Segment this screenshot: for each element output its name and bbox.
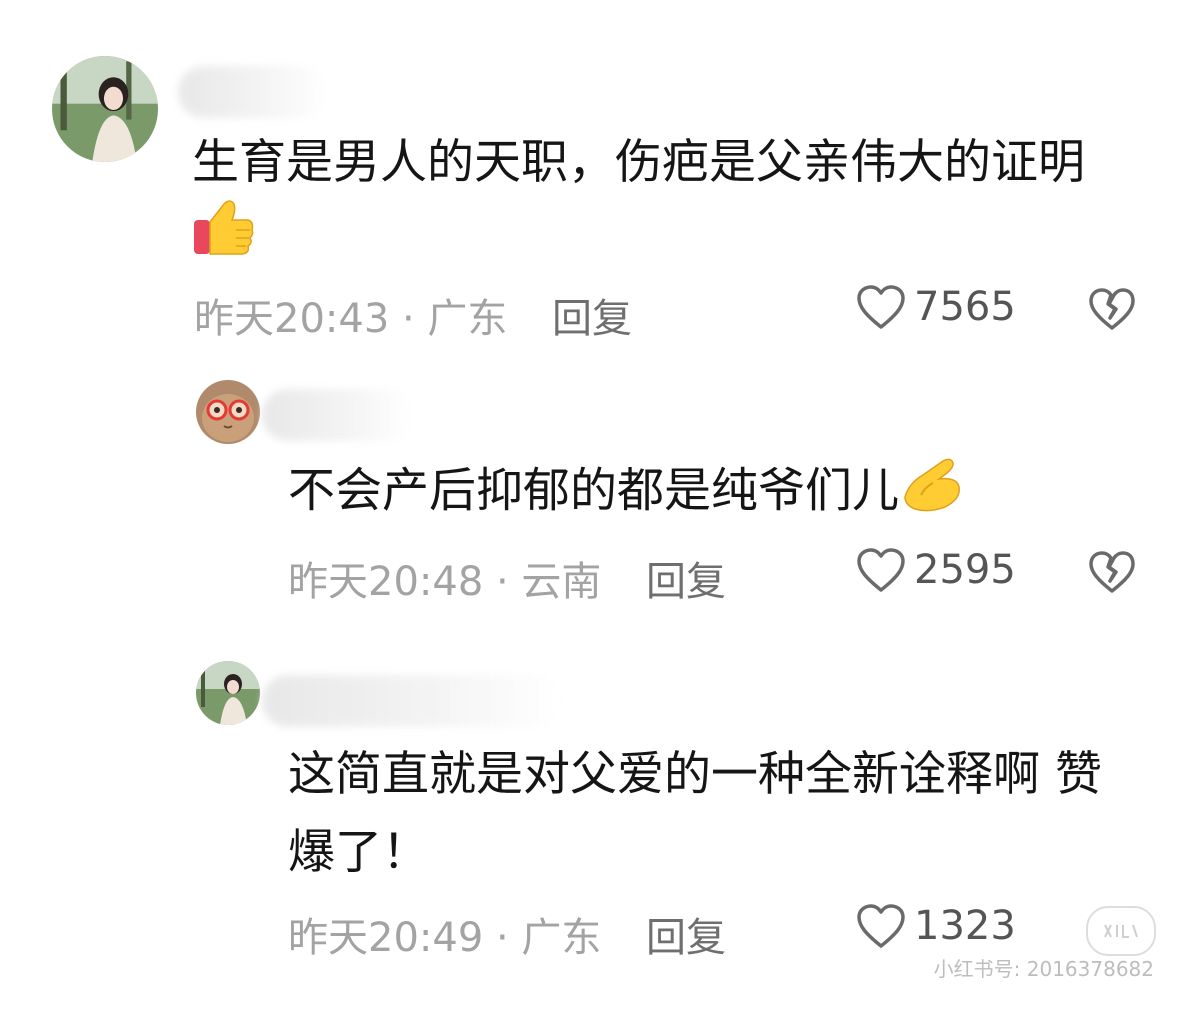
watermark-text: 小红书号: 2016378682 <box>933 957 1154 981</box>
comment-text: 生育是男人的天职，伤疤是父亲伟大的证明 <box>192 135 1085 190</box>
heart-outline-icon <box>857 904 905 948</box>
broken-heart-icon <box>1089 551 1135 593</box>
comment-text: 不会产后抑郁的都是纯爷们儿 <box>288 453 963 535</box>
heart-outline-icon <box>857 548 905 592</box>
dislike-button[interactable] <box>1088 287 1136 335</box>
like-count: 7565 <box>914 284 1016 330</box>
comment-text-line: 这简直就是对父爱的一种全新诠释啊 赞 <box>288 747 1102 802</box>
comment-meta: 昨天20:49 · 广东 <box>288 915 602 961</box>
comment-item: 生育是男人的天职，伤疤是父亲伟大的证明 昨天20:43 · 广东 回复 7565 <box>0 0 1200 345</box>
username-blurred[interactable] <box>178 66 328 118</box>
comment-item: 不会产后抑郁的都是纯爷们儿 昨天20:48 · 云南 回复 2595 <box>0 345 1200 625</box>
broken-heart-icon <box>1089 288 1135 330</box>
like-button[interactable]: 2595 <box>856 547 1016 593</box>
avatar[interactable] <box>196 661 260 725</box>
reply-button[interactable]: 回复 <box>552 286 632 344</box>
like-button[interactable]: 1323 <box>856 903 1016 949</box>
watermark-mark-icon <box>1104 924 1138 938</box>
pinching-hand-icon <box>899 453 963 535</box>
like-count: 2595 <box>914 547 1016 593</box>
avatar[interactable] <box>52 56 158 162</box>
comment-meta: 昨天20:48 · 云南 <box>288 559 602 605</box>
comment-text-body: 不会产后抑郁的都是纯爷们儿 <box>288 463 899 519</box>
comment-text-line: 爆了！ <box>288 825 429 880</box>
like-count: 1323 <box>914 903 1016 949</box>
heart-outline-icon <box>857 285 905 329</box>
reply-button[interactable]: 回复 <box>646 905 726 963</box>
reply-button[interactable]: 回复 <box>646 549 726 607</box>
username-blurred[interactable] <box>262 675 562 727</box>
dislike-button[interactable] <box>1088 550 1136 598</box>
like-button[interactable]: 7565 <box>856 284 1016 330</box>
comment-meta: 昨天20:43 · 广东 <box>194 296 508 342</box>
thumbs-up-icon <box>192 198 256 260</box>
avatar[interactable] <box>196 380 260 444</box>
username-blurred[interactable] <box>262 389 412 441</box>
xiaohongshu-logo-icon <box>1086 906 1156 956</box>
